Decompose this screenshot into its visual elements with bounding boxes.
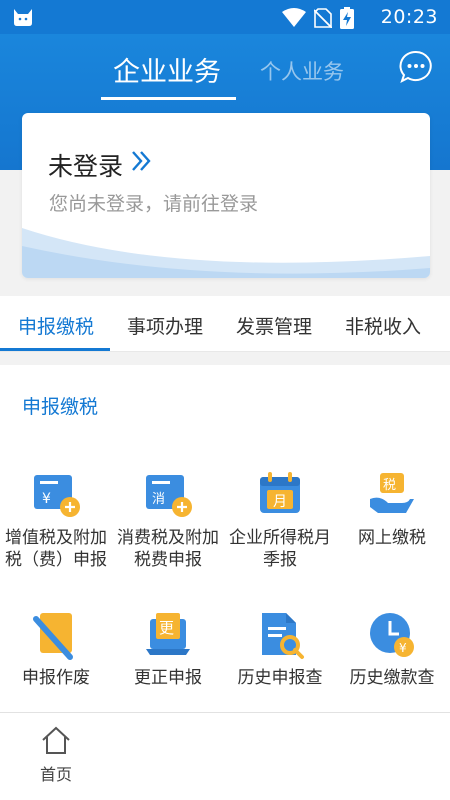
svg-text:更: 更: [159, 619, 174, 637]
service-online-pay-tax[interactable]: 税 网上缴税: [336, 469, 448, 549]
service-section: 申报缴税 ¥ 增值税及附加税（费）申报 消 消费税及附加税费申报 月 企业所得税…: [0, 365, 450, 712]
status-bar: 20:23: [0, 0, 450, 34]
card-wave-decoration: [22, 228, 430, 278]
service-label: 增值税及附加税（费）申报: [5, 528, 107, 570]
vat-invoice-icon: ¥: [34, 475, 80, 517]
correct-declaration-icon: 更: [146, 613, 190, 655]
status-time: 20:23: [380, 6, 438, 28]
svg-text:¥: ¥: [399, 641, 407, 655]
cat-active-indicator: [0, 348, 110, 351]
svg-text:¥: ¥: [42, 491, 51, 507]
service-consumption-tax[interactable]: 消 消费税及附加税费申报: [112, 469, 224, 571]
nav-home[interactable]: 首页: [28, 725, 84, 785]
double-chevron-right-icon: [132, 151, 151, 171]
service-correct-declaration[interactable]: 更 更正申报: [112, 609, 224, 689]
tab-personal-business[interactable]: 个人业务: [260, 56, 344, 86]
service-history-payment-search[interactable]: ¥ 历史缴款查: [336, 609, 448, 689]
cat-tab-declare-pay[interactable]: 申报缴税: [18, 312, 94, 339]
history-payment-clock-icon: ¥: [370, 613, 414, 657]
service-enterprise-income-tax[interactable]: 月 企业所得税月季报: [224, 469, 336, 571]
wifi-icon: [282, 8, 306, 27]
cat-tab-non-tax[interactable]: 非税收入: [345, 312, 421, 339]
service-label: 消费税及附加税费申报: [117, 528, 219, 570]
service-label: 历史缴款查: [349, 668, 435, 688]
nav-home-label: 首页: [39, 765, 72, 784]
chat-bubble-icon[interactable]: [399, 50, 433, 84]
svg-text:月: 月: [273, 494, 287, 510]
battery-charging-icon: [340, 7, 354, 29]
tab-enterprise-business[interactable]: 企业业务: [113, 50, 221, 89]
tab-active-indicator: [101, 97, 236, 100]
service-label: 企业所得税月季报: [229, 528, 331, 570]
service-void-declaration[interactable]: 申报作废: [0, 609, 112, 689]
service-label: 历史申报查: [237, 668, 323, 688]
service-label: 更正申报: [134, 668, 202, 688]
svg-text:税: 税: [383, 478, 396, 493]
category-tab-bar: 申报缴税 事项办理 发票管理 非税收入: [0, 296, 450, 352]
service-vat-declare[interactable]: ¥ 增值税及附加税（费）申报: [0, 469, 112, 571]
consumption-tax-icon: 消: [146, 475, 192, 517]
service-history-declaration-search[interactable]: 历史申报查: [224, 609, 336, 689]
login-status-title: 未登录: [48, 152, 124, 181]
service-label: 网上缴税: [358, 528, 426, 548]
history-declaration-search-icon: [262, 613, 304, 659]
svg-text:消: 消: [152, 492, 165, 507]
no-sim-icon: [314, 8, 332, 28]
service-label: 申报作废: [22, 668, 90, 688]
cat-tab-matters[interactable]: 事项办理: [127, 312, 203, 339]
cat-app-icon: [14, 9, 32, 26]
bottom-navigation: 首页: [0, 712, 450, 800]
login-card[interactable]: 未登录 您尚未登录，请前往登录: [22, 113, 430, 278]
home-icon: [42, 726, 70, 754]
cat-tab-invoice[interactable]: 发票管理: [236, 312, 312, 339]
section-title: 申报缴税: [22, 396, 99, 418]
online-pay-tax-icon: 税: [370, 473, 414, 513]
void-declaration-icon: [33, 613, 73, 660]
calendar-month-icon: 月: [260, 472, 300, 513]
